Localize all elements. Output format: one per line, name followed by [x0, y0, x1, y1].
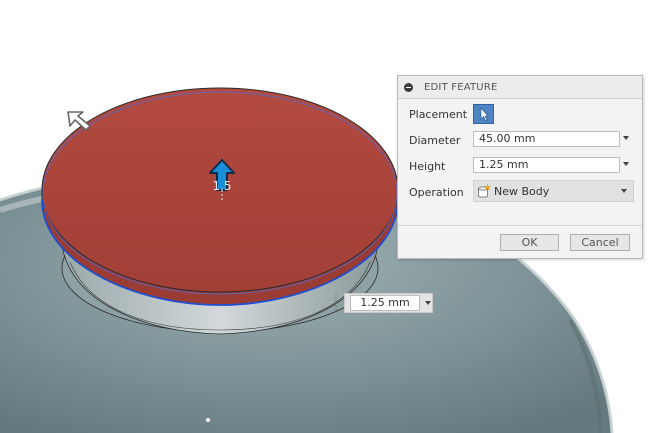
manipulator-label: 1.5 [212, 179, 231, 193]
cylinder-feature[interactable] [41, 87, 399, 306]
panel-header: EDIT FEATURE [398, 76, 642, 99]
edit-feature-panel: EDIT FEATURE Placement Diameter 45.00 mm… [397, 75, 643, 259]
chevron-down-icon [621, 189, 627, 193]
chevron-down-icon[interactable] [623, 136, 629, 140]
height-dimension-field[interactable]: 1.25 mm [350, 295, 420, 311]
placement-label: Placement [409, 108, 468, 121]
height-row: Height 1.25 mm [398, 156, 642, 178]
operation-value: New Body [494, 185, 550, 198]
operation-row: Operation New Body [398, 180, 642, 202]
panel-divider [398, 225, 642, 226]
cancel-button[interactable]: Cancel [570, 234, 630, 251]
diameter-row: Diameter 45.00 mm [398, 130, 642, 152]
height-field[interactable]: 1.25 mm [473, 157, 620, 173]
diameter-field[interactable]: 45.00 mm [473, 131, 620, 147]
select-arrow-icon [480, 107, 489, 121]
chevron-down-icon[interactable] [425, 301, 431, 305]
height-dimension-input[interactable]: 1.25 mm [344, 293, 433, 313]
chevron-down-icon[interactable] [623, 162, 629, 166]
diameter-label: Diameter [409, 134, 461, 147]
panel-title: EDIT FEATURE [424, 81, 498, 93]
placement-row: Placement [398, 104, 642, 126]
reflection-highlight [206, 418, 210, 422]
new-body-icon [478, 184, 491, 198]
collapse-icon[interactable] [404, 82, 413, 92]
operation-label: Operation [409, 186, 464, 199]
ok-button[interactable]: OK [500, 234, 559, 251]
placement-select-button[interactable] [473, 104, 494, 124]
operation-dropdown[interactable]: New Body [473, 180, 634, 202]
height-label: Height [409, 160, 446, 173]
